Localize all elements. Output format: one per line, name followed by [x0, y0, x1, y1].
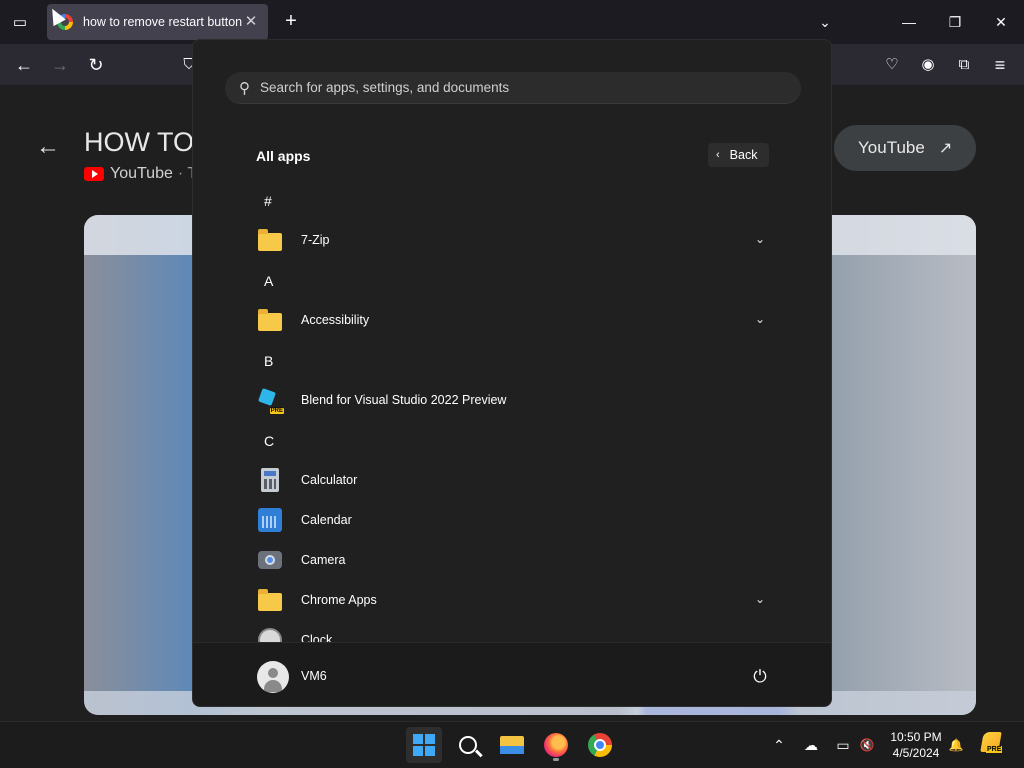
page-back-icon[interactable]: ← — [36, 133, 60, 161]
source-name: YouTube — [110, 165, 173, 182]
forward-button[interactable]: → — [47, 52, 73, 78]
app-item-camera[interactable]: Camera — [253, 542, 773, 578]
app-label: Blend for Visual Studio 2022 Preview — [301, 393, 507, 407]
list-all-tabs-button[interactable]: ⌄ — [813, 10, 837, 34]
source-row: YouTube · T — [84, 165, 197, 183]
copilot-pre-label: PRE — [986, 746, 1003, 753]
firefox-button[interactable] — [538, 727, 574, 763]
show-hidden-icons-chevron-icon[interactable]: ⌃ — [769, 734, 789, 756]
clock-date: 4/5/2024 — [892, 746, 940, 760]
calendar-icon — [256, 506, 284, 534]
notification-bell-icon[interactable]: 🔔 — [946, 734, 966, 756]
open-youtube-button[interactable]: YouTube ↗ — [834, 125, 976, 171]
file-explorer-icon — [500, 736, 524, 754]
tab-title: how to remove restart button — [83, 15, 243, 29]
all-apps-list[interactable]: # 7-Zip ⌄ A Accessibility ⌄ B PRE Blend … — [193, 180, 831, 642]
tab-list-icon: ▭ — [12, 14, 28, 31]
extensions-icon[interactable]: ⧉ — [951, 52, 977, 78]
chevron-down-icon[interactable]: ⌄ — [755, 592, 765, 606]
folder-icon — [256, 306, 284, 334]
volume-muted-icon[interactable]: 🔇 — [857, 734, 877, 756]
app-item-chrome-apps[interactable]: Chrome Apps ⌄ — [253, 582, 773, 618]
chrome-icon — [588, 733, 612, 757]
browser-tab[interactable]: how to remove restart button ✕ — [47, 4, 268, 40]
app-label: Calculator — [301, 473, 358, 487]
preview-badge: PRE — [269, 408, 284, 414]
restore-button[interactable]: ❐ — [943, 10, 967, 34]
start-menu: ⚲ All apps ‹ Back # 7-Zip ⌄ A Accessibil… — [192, 39, 832, 707]
copilot-preview-icon[interactable]: PRE — [980, 732, 1004, 758]
chrome-button[interactable] — [582, 727, 618, 763]
file-explorer-button[interactable] — [494, 727, 530, 763]
youtube-logo-icon — [84, 167, 104, 181]
start-search-input[interactable] — [260, 80, 760, 95]
clock-time: 10:50 PM — [890, 730, 942, 744]
blend-icon: PRE — [256, 386, 284, 414]
pocket-icon[interactable]: ♡ — [879, 52, 905, 78]
account-icon[interactable]: ◉ — [915, 52, 941, 78]
power-button[interactable]: ⏻ — [747, 664, 773, 690]
camera-icon — [256, 546, 284, 574]
back-label: Back — [729, 148, 758, 162]
start-footer: VM6 ⏻ — [193, 642, 831, 706]
app-label: Calendar — [301, 513, 352, 527]
reload-button[interactable]: ↻ — [83, 52, 109, 78]
taskbar: ⌃ ☁ ▭ 🔇 10:50 PM 4/5/2024 🔔 PRE — [0, 721, 1024, 768]
app-label: Camera — [301, 553, 346, 567]
group-header-hash[interactable]: # — [264, 193, 272, 209]
windows-logo-icon — [413, 734, 435, 756]
user-name[interactable]: VM6 — [301, 669, 327, 683]
group-header-a[interactable]: A — [264, 273, 273, 289]
app-item-accessibility[interactable]: Accessibility ⌄ — [253, 302, 773, 338]
firefox-icon — [544, 733, 568, 757]
search-icon: ⚲ — [239, 79, 250, 97]
start-button[interactable] — [406, 727, 442, 763]
tab-close-button[interactable]: ✕ — [242, 13, 260, 31]
group-header-b[interactable]: B — [264, 353, 273, 369]
app-label: 7-Zip — [301, 233, 330, 247]
network-icon[interactable]: ▭ — [833, 734, 853, 756]
back-button[interactable]: ← — [11, 52, 37, 78]
taskbar-search-button[interactable] — [450, 727, 486, 763]
taskbar-clock[interactable]: 10:50 PM 4/5/2024 — [886, 729, 946, 761]
app-item-7zip[interactable]: 7-Zip ⌄ — [253, 222, 773, 258]
app-label: Accessibility — [301, 313, 370, 327]
group-header-c[interactable]: C — [264, 433, 274, 449]
tab-list-button[interactable]: ▭ — [8, 10, 32, 34]
app-item-clock[interactable]: Clock — [253, 622, 773, 642]
calculator-icon — [256, 466, 284, 494]
app-item-calendar[interactable]: Calendar — [253, 502, 773, 538]
search-icon — [459, 736, 477, 754]
close-window-button[interactable]: ✕ — [989, 10, 1013, 34]
app-label: Clock — [301, 633, 333, 642]
chevron-left-icon: ‹ — [716, 149, 720, 161]
chevron-down-icon[interactable]: ⌄ — [755, 232, 765, 246]
menu-icon[interactable]: ≡ — [987, 52, 1013, 78]
chevron-down-icon[interactable]: ⌄ — [755, 312, 765, 326]
start-search-box[interactable]: ⚲ — [225, 72, 801, 104]
back-to-pinned-button[interactable]: ‹ Back — [708, 143, 769, 167]
tab-strip: ▭ how to remove restart button ✕ + ⌄ — ❐… — [0, 0, 1024, 44]
running-indicator — [553, 758, 559, 761]
user-avatar[interactable] — [257, 661, 289, 693]
app-item-calculator[interactable]: Calculator — [253, 462, 773, 498]
onedrive-cloud-icon[interactable]: ☁ — [801, 734, 821, 756]
folder-icon — [256, 226, 284, 254]
all-apps-title: All apps — [256, 148, 311, 164]
open-youtube-label: YouTube — [858, 138, 925, 157]
folder-icon — [256, 586, 284, 614]
app-label: Chrome Apps — [301, 593, 377, 607]
minimize-button[interactable]: — — [897, 10, 921, 34]
page-title: HOW TO — [84, 127, 195, 157]
app-item-blend[interactable]: PRE Blend for Visual Studio 2022 Preview — [253, 382, 773, 418]
new-tab-button[interactable]: + — [280, 10, 302, 32]
clock-icon — [256, 626, 284, 642]
external-link-icon: ↗ — [938, 140, 953, 157]
